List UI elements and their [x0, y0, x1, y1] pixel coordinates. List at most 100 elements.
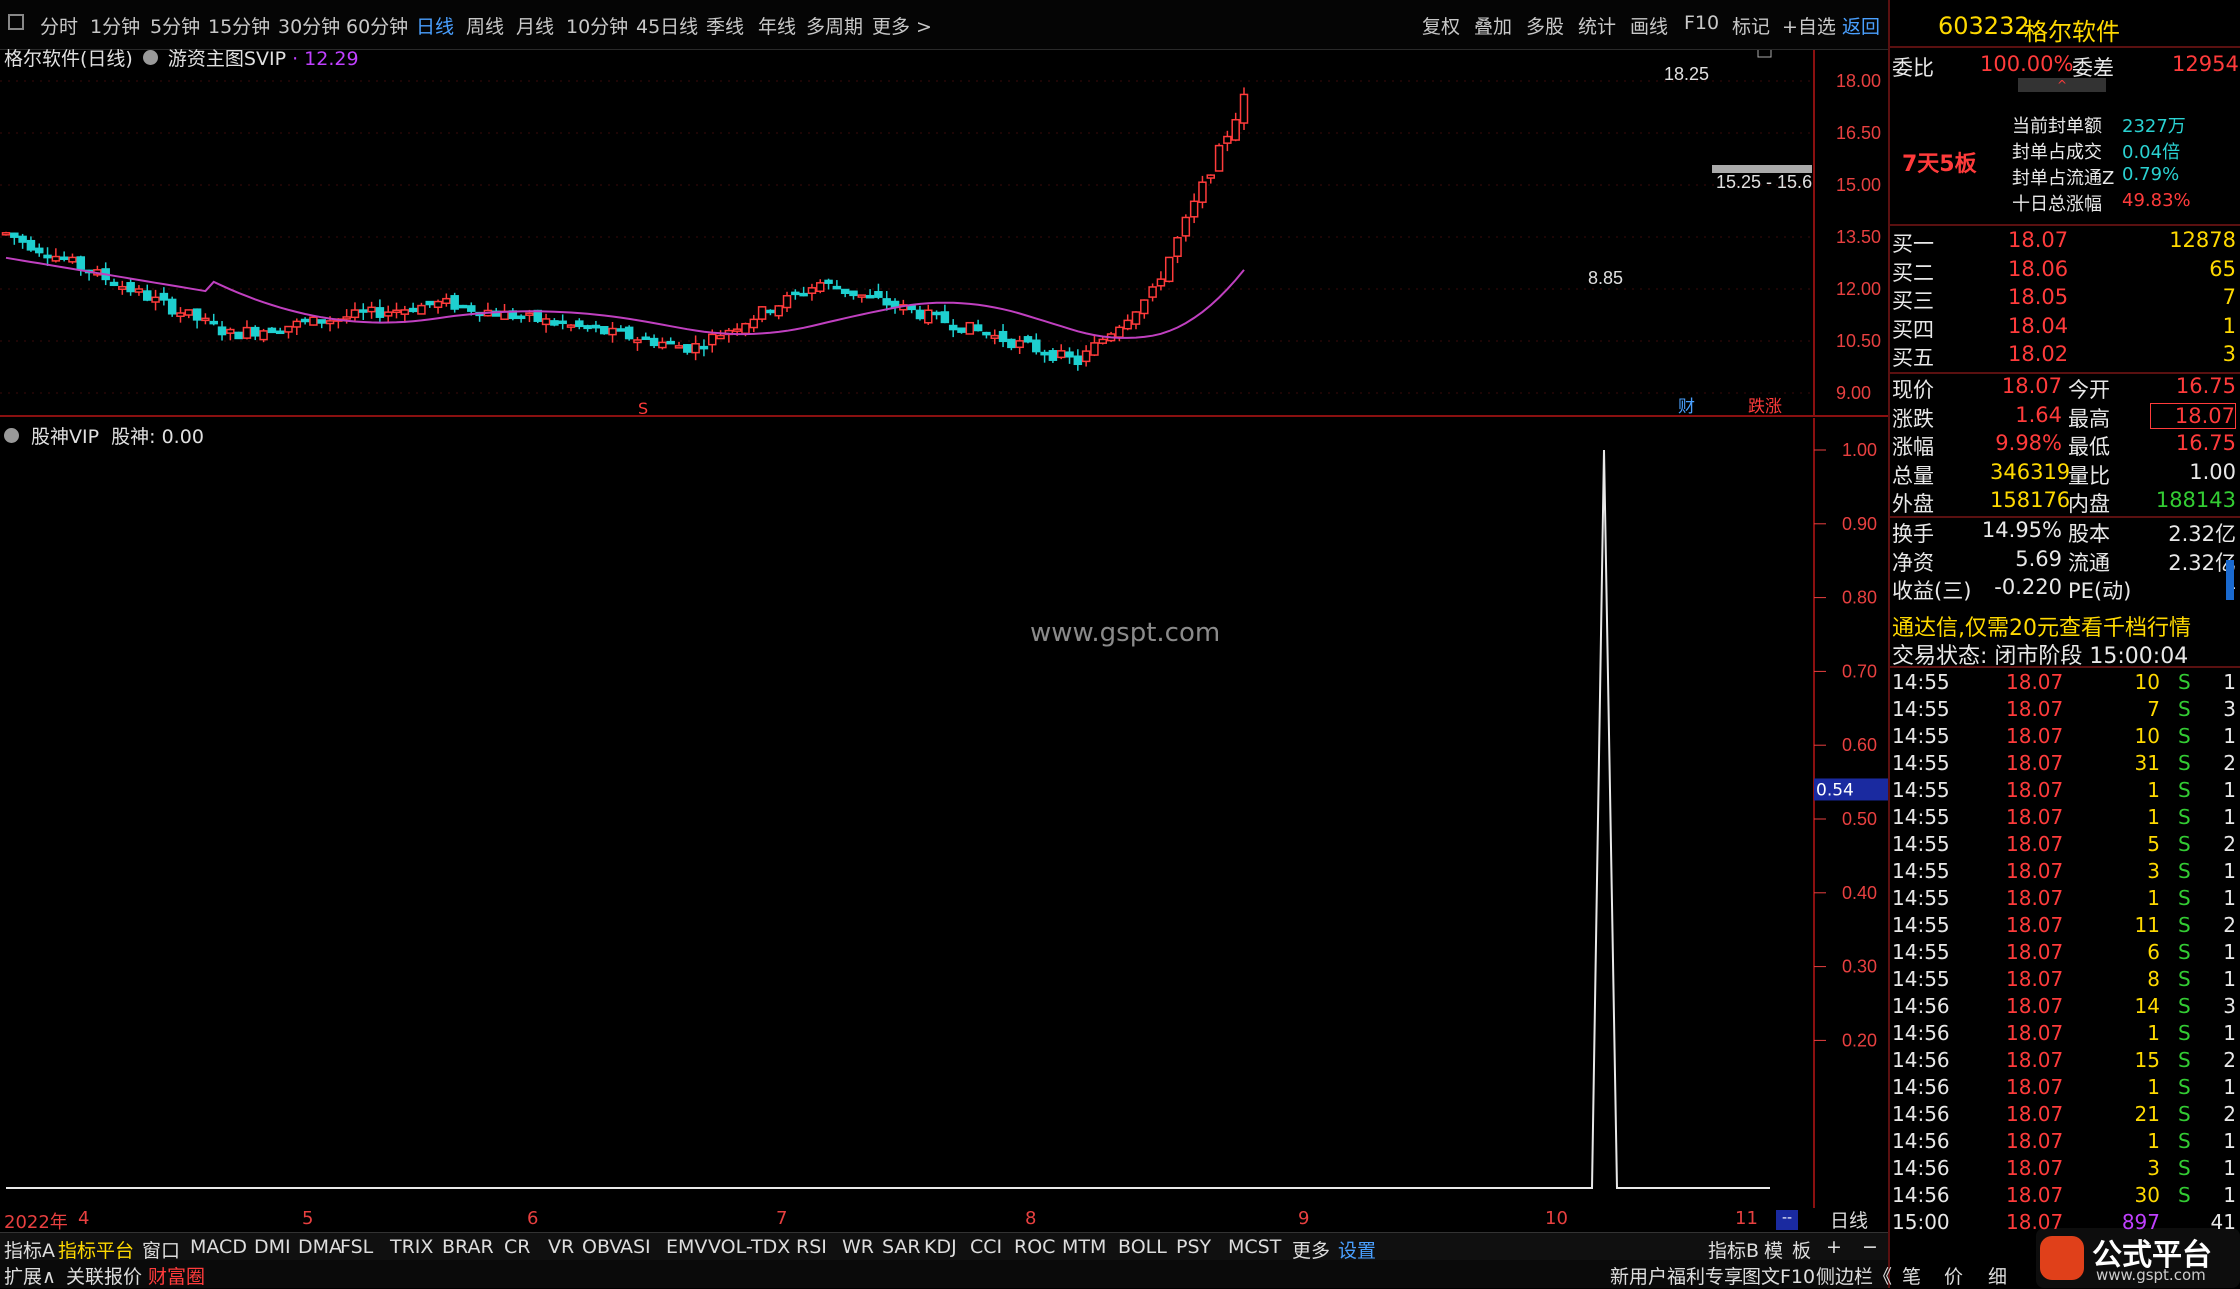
bottom-right-2[interactable]: 侧边栏《: [1816, 1262, 1892, 1289]
menu-icon[interactable]: [8, 14, 24, 30]
stat-label: 最高: [2068, 406, 2110, 431]
tick-time: 14:55: [1892, 859, 1950, 883]
period-tab-11[interactable]: 季线: [706, 12, 744, 39]
toolbar-btn-2[interactable]: 多股: [1526, 12, 1564, 39]
indicator-tab-1[interactable]: 指标平台: [58, 1236, 134, 1263]
indicator-tab-6[interactable]: FSL: [340, 1236, 373, 1258]
candle-body: [442, 297, 451, 305]
stat-value: 1.00: [2189, 459, 2236, 484]
bottom-left-2[interactable]: 财富圈: [148, 1262, 205, 1289]
indicator-tab-20[interactable]: ROC: [1014, 1236, 1055, 1258]
indicator-tab-3[interactable]: MACD: [190, 1236, 247, 1258]
tick-count: 1: [2223, 778, 2236, 802]
tick-side: S: [2178, 805, 2191, 829]
candle-body: [1214, 144, 1224, 172]
toolbar-btn-5[interactable]: F10: [1684, 12, 1719, 34]
collapse-arrow-icon[interactable]: ^: [2018, 78, 2106, 92]
bottom-right-0[interactable]: 新用户福利专享: [1610, 1262, 1743, 1289]
indicator-tab-22[interactable]: BOLL: [1118, 1236, 1167, 1258]
candle-body: [201, 317, 210, 322]
toolbar-btn-3[interactable]: 统计: [1578, 12, 1616, 39]
period-tab-1[interactable]: 1分钟: [90, 12, 140, 39]
period-tab-13[interactable]: 多周期: [806, 12, 863, 39]
bottom-left-1[interactable]: 关联报价: [66, 1262, 142, 1289]
tick-price: 18.07: [2006, 859, 2064, 883]
period-tab-5[interactable]: 60分钟: [346, 12, 408, 39]
scroll-indicator[interactable]: --: [1776, 1210, 1798, 1230]
indicator-tab-13[interactable]: EMV: [666, 1236, 707, 1258]
tick-side: S: [2178, 1021, 2191, 1045]
indicator-tab-0[interactable]: 指标A: [4, 1236, 55, 1263]
period-tab-8[interactable]: 月线: [516, 12, 554, 39]
indicator-tab-21[interactable]: MTM: [1062, 1236, 1106, 1258]
indicator-tab-16[interactable]: WR: [842, 1236, 874, 1258]
toolbar-btn-0[interactable]: 复权: [1422, 12, 1460, 39]
main-price-tick: 15.00: [1836, 175, 1881, 195]
candlestick-chart[interactable]: 18.00 16.50 15.00 13.50 12.00 10.50 9.00 18.25 8…: [0, 50, 1888, 417]
indicator-tab-7[interactable]: TRIX: [390, 1236, 433, 1258]
toolbar-btn-1[interactable]: 叠加: [1474, 12, 1512, 39]
indicator-tab-26[interactable]: 设置: [1338, 1236, 1376, 1263]
panel-tab-1[interactable]: 价: [1944, 1262, 1963, 1289]
candle-body: [624, 326, 634, 340]
indicator-tab-4[interactable]: DMI: [254, 1236, 291, 1258]
indicator-tab-19[interactable]: CCI: [970, 1236, 1002, 1258]
indicator-tab-11[interactable]: OBV: [582, 1236, 622, 1258]
candle-body: [882, 298, 891, 306]
divider: [1888, 224, 2240, 226]
period-tab-2[interactable]: 5分钟: [150, 12, 200, 39]
period-tab-9[interactable]: 10分钟: [566, 12, 628, 39]
indicator-tab-8[interactable]: BRAR: [442, 1236, 494, 1258]
indicator-tab-17[interactable]: SAR: [882, 1236, 921, 1258]
indicator-tab-right-2[interactable]: 板: [1792, 1236, 1811, 1263]
stat2-label: 换手: [1892, 522, 1934, 546]
sub-indicator-chart[interactable]: 1.00 0.90 0.80 0.70 0.60 0.50 0.40 0.30 0.20 0.54: [0, 418, 1888, 1208]
indicator-tab-15[interactable]: RSI: [796, 1236, 827, 1258]
indicator-tab-right-4[interactable]: −: [1862, 1236, 1878, 1258]
seal-label: 封单占成交: [2012, 142, 2102, 163]
date-axis-period[interactable]: 日线: [1830, 1206, 1868, 1233]
indicator-tab-right-3[interactable]: +: [1826, 1236, 1842, 1258]
sub-tick-label: 0.50: [1842, 809, 1877, 829]
indicator-tab-2[interactable]: 窗口: [142, 1236, 180, 1263]
tick-side: S: [2178, 1075, 2191, 1099]
bottom-left-0[interactable]: 扩展∧: [4, 1262, 56, 1289]
bottom-right-1[interactable]: 图文F10: [1742, 1262, 1815, 1289]
period-tab-6[interactable]: 日线: [416, 12, 454, 39]
tick-price: 18.07: [2006, 670, 2064, 694]
indicator-tab-25[interactable]: 更多: [1292, 1236, 1330, 1263]
period-tab-0[interactable]: 分时: [40, 12, 78, 39]
indicator-tab-14[interactable]: VOL-TDX: [708, 1236, 790, 1258]
candle-body: [940, 311, 950, 324]
indicator-tab-10[interactable]: VR: [548, 1236, 574, 1258]
toolbar-btn-4[interactable]: 画线: [1630, 12, 1668, 39]
stat-label: 现价: [1892, 378, 1934, 402]
indicator-tab-right-1[interactable]: 模: [1764, 1236, 1783, 1263]
indicator-tab-23[interactable]: PSY: [1176, 1236, 1211, 1258]
period-tab-10[interactable]: 45日线: [636, 12, 698, 39]
period-tab-12[interactable]: 年线: [758, 12, 796, 39]
panel-tab-2[interactable]: 细: [1988, 1262, 2007, 1289]
panel-tab-0[interactable]: 笔: [1902, 1262, 1921, 1289]
scrollbar-thumb[interactable]: [2226, 560, 2234, 600]
period-tab-7[interactable]: 周线: [466, 12, 504, 39]
indicator-tab-5[interactable]: DMA: [298, 1236, 342, 1258]
candle-body: [350, 309, 360, 319]
logo-icon: [2040, 1236, 2084, 1280]
indicator-tab-9[interactable]: CR: [504, 1236, 530, 1258]
candle-body: [259, 330, 268, 341]
period-tab-4[interactable]: 30分钟: [278, 12, 340, 39]
period-tab-14[interactable]: 更多 >: [872, 12, 932, 39]
main-price-tick: 16.50: [1836, 123, 1881, 143]
indicator-tab-18[interactable]: KDJ: [924, 1236, 957, 1258]
toolbar-btn-8[interactable]: 返回: [1842, 12, 1880, 39]
candle-body: [666, 340, 675, 345]
toolbar-btn-7[interactable]: +自选: [1782, 12, 1836, 39]
marker-zhang: 跌涨: [1748, 397, 1782, 417]
indicator-tab-24[interactable]: MCST: [1228, 1236, 1281, 1258]
indicator-tab-12[interactable]: ASI: [620, 1236, 651, 1258]
indicator-tab-right-0[interactable]: 指标B: [1708, 1236, 1759, 1263]
period-tab-3[interactable]: 15分钟: [208, 12, 270, 39]
candle-body: [550, 320, 559, 326]
toolbar-btn-6[interactable]: 标记: [1732, 12, 1770, 39]
